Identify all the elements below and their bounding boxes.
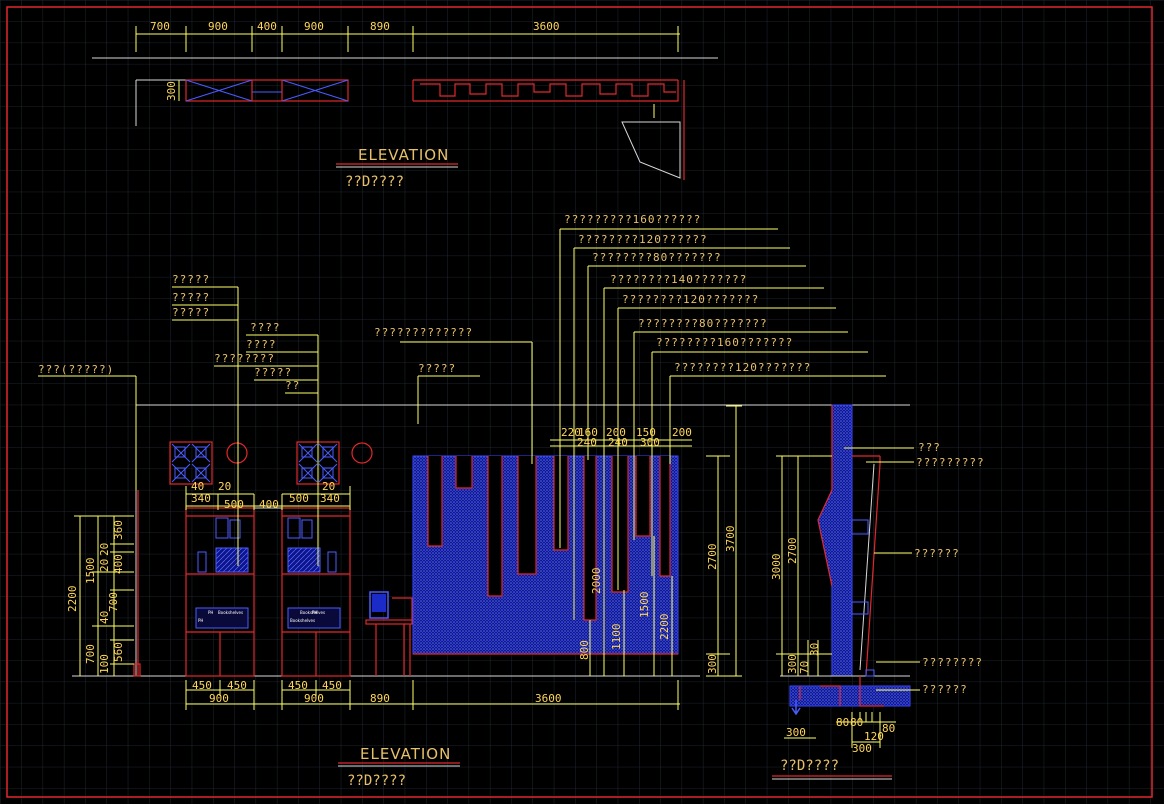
cab-dim-5: 400 [259,498,279,511]
rv-dim-300: 300 [706,654,719,674]
b-dim-7: 890 [370,692,390,705]
b-dim-2: 450 [227,679,247,692]
section-b-dim-6: 300 [852,742,872,755]
cab-dim-6: 500 [289,492,309,505]
section-v-dim-2700: 2700 [786,538,799,565]
v-dim-700b: 700 [84,644,97,664]
top-dim-4: 900 [304,20,324,33]
v-dim-2200: 2200 [66,586,79,613]
callout-shelf-material: ???(?????) [38,363,114,376]
v-dim-20b: 20 [98,559,111,572]
section-callout-1: ??? [918,441,941,454]
section-callout-4: ???????? [922,656,983,669]
book-label-2: Bookshelves [218,610,243,615]
b-dim-4: 450 [322,679,342,692]
pv-dim-2200: 2200 [658,614,671,641]
section-b-dim-2: 80 [850,716,863,729]
front-elevation-title: ELEVATION [360,745,451,763]
v-dim-560: 560 [112,642,125,662]
callout-panel-7: ????????160??????? [656,336,793,349]
section-v-dim-70: 70 [798,661,811,674]
pv-dim-800: 800 [578,640,591,660]
v-dim-1500: 1500 [84,558,97,585]
v-dim-360: 360 [112,520,125,540]
cab-dim-8: 340 [320,492,340,505]
section-callout-5: ?????? [922,683,968,696]
panel-dim-3: 240 [577,436,597,449]
pv-dim-1100: 1100 [610,624,623,651]
top-dim-1: 700 [150,20,170,33]
callout-panel-8: ????????120??????? [674,361,811,374]
v-dim-40: 40 [98,611,111,624]
callout-left-5: ???? [246,338,277,351]
front-elevation-subtitle: ??D???? [347,773,406,789]
v-dim-700a: 700 [107,592,120,612]
callout-left-6: ???????? [214,352,275,365]
section-subtitle: ??D???? [780,758,839,774]
cab-dim-2: 20 [218,480,231,493]
callout-center-2: ????? [418,362,456,375]
top-dim-6: 3600 [533,20,560,33]
pv-dim-2000: 2000 [590,568,603,595]
top-depth-dim: 300 [165,81,178,101]
callout-panel-6: ????????80??????? [638,317,768,330]
b-dim-5: 900 [209,692,229,705]
callout-left-1: ????? [172,273,210,286]
callout-panel-5: ????????120??????? [622,293,759,306]
callout-left-4: ???? [250,321,281,334]
callout-left-7: ????? [254,366,292,379]
b-dim-1: 450 [192,679,212,692]
v-dim-400: 400 [112,554,125,574]
section-b-dim-1: 80 [836,716,849,729]
book-label-3: PH [198,618,203,623]
callout-center-1: ????????????? [374,326,473,339]
model-space-grid [0,0,1164,804]
rv-dim-2700: 2700 [706,544,719,571]
b-dim-8: 3600 [535,692,562,705]
cad-drawing-canvas: 700 900 400 900 890 3600 300 ELEVATION ?… [0,0,1164,804]
book-label-1: PH [208,610,213,615]
top-view-subtitle: ??D???? [345,174,404,190]
section-callout-3: ?????? [914,547,960,560]
callout-panel-1: ?????????160?????? [564,213,701,226]
cab-dim-3: 340 [191,492,211,505]
panel-wall [412,455,679,655]
callout-left-2: ????? [172,291,210,304]
pv-dim-1500: 1500 [638,592,651,619]
top-dim-5: 890 [370,20,390,33]
section-b-dim-4: 80 [882,722,895,735]
callout-left-8: ?? [285,379,300,392]
top-dim-2: 900 [208,20,228,33]
section-v-dim-30: 30 [808,643,821,656]
callout-panel-3: ????????80??????? [592,251,722,264]
rv-dim-3700: 3700 [724,526,737,553]
book-label-6: Bookshelves [290,618,315,623]
panel-dim-7: 300 [640,436,660,449]
v-dim-20a: 20 [98,543,111,556]
b-dim-3: 450 [288,679,308,692]
v-dim-100: 100 [98,654,111,674]
section-callout-2: ????????? [916,456,985,469]
section-b-dim-5: 300 [786,726,806,739]
section-v-dim-3000: 3000 [770,554,783,581]
callout-left-3: ????? [172,306,210,319]
panel-dim-5: 240 [608,436,628,449]
top-dim-3: 400 [257,20,277,33]
callout-panel-4: ????????140??????? [610,273,747,286]
panel-dim-8: 200 [672,426,692,439]
top-view-title: ELEVATION [358,146,449,164]
callout-panel-2: ????????120?????? [578,233,708,246]
book-label-5: PH [312,610,317,615]
b-dim-6: 900 [304,692,324,705]
cab-dim-4: 500 [224,498,244,511]
